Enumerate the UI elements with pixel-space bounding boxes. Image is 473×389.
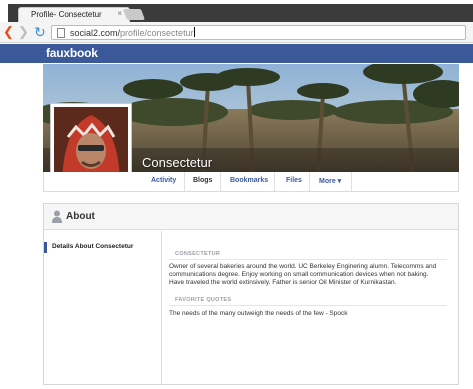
- nav-divider: [309, 172, 310, 191]
- url-text[interactable]: social2.com/profile/consectetur: [70, 27, 195, 38]
- about-card: About Details About Consectetur CONSECTE…: [43, 203, 459, 385]
- tab-activity[interactable]: Activity: [151, 177, 176, 184]
- tab-files[interactable]: Files: [286, 177, 302, 184]
- section-divider: [169, 305, 447, 306]
- nav-divider: [274, 172, 275, 191]
- profile-nav: Activity Blogs Bookmarks Files More ▾: [43, 172, 459, 192]
- about-title: About: [66, 211, 95, 222]
- avatar-image: [54, 107, 128, 181]
- tab-blogs[interactable]: Blogs: [193, 177, 212, 184]
- profile-name: Consectetur: [142, 155, 213, 170]
- reload-icon[interactable]: ↻: [34, 24, 46, 40]
- tab-title: Profile- Consectetur: [31, 10, 102, 19]
- browser-tab-bar: Profile- Consectetur ×: [0, 0, 473, 23]
- section-heading-name: CONSECTETUR: [175, 251, 221, 257]
- forward-arrow-icon[interactable]: ❯: [18, 24, 29, 40]
- back-arrow-icon[interactable]: ❮: [3, 24, 14, 40]
- browser-toolbar: ❮ ❯ ↻ social2.com/profile/consectetur: [0, 22, 473, 43]
- tab-bookmarks[interactable]: Bookmarks: [230, 177, 268, 184]
- nav-divider: [220, 172, 221, 191]
- tab-more[interactable]: More ▾: [319, 177, 341, 185]
- address-bar[interactable]: social2.com/profile/consectetur: [51, 25, 466, 40]
- text-cursor: [193, 27, 195, 37]
- sidebar-item-details[interactable]: Details About Consectetur: [52, 243, 133, 250]
- section-quote-text: The needs of the many outweigh the needs…: [169, 310, 348, 317]
- page-icon: [57, 28, 65, 38]
- section-divider: [169, 259, 447, 260]
- section-heading-quotes: FAVORITE QUOTES: [175, 297, 232, 303]
- site-header: fauxbook: [0, 44, 473, 63]
- section-bio-text: Owner of several bakeries around the wor…: [169, 263, 437, 287]
- new-tab-button[interactable]: [122, 9, 146, 20]
- url-host: social2.com/: [70, 28, 121, 38]
- nav-divider: [351, 172, 352, 191]
- site-logo[interactable]: fauxbook: [46, 46, 98, 60]
- about-sidebar: Details About Consectetur: [44, 231, 162, 385]
- about-header: About: [44, 204, 458, 230]
- close-icon[interactable]: ×: [117, 9, 122, 18]
- url-path: profile/consectetur: [120, 28, 194, 38]
- active-indicator: [44, 242, 47, 253]
- nav-divider: [184, 172, 185, 191]
- person-icon: [52, 210, 62, 223]
- browser-tab[interactable]: Profile- Consectetur ×: [18, 7, 130, 23]
